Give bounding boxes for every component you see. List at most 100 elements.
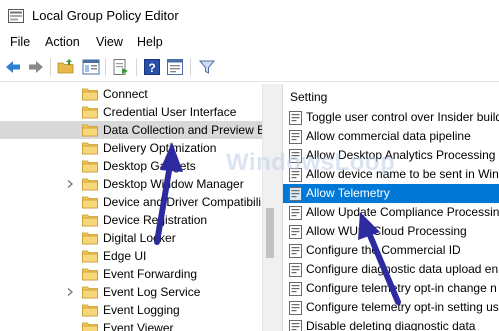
folder-icon (82, 250, 98, 263)
toolbar-separator (136, 58, 137, 76)
back-icon[interactable] (4, 58, 22, 76)
policy-setting-icon (289, 111, 302, 125)
setting-label: Allow Update Compliance Processing (306, 205, 499, 219)
chevron-right-icon[interactable] (65, 179, 75, 189)
title-bar: Local Group Policy Editor (0, 0, 499, 31)
tree-item-label: Device Registration (103, 213, 208, 227)
tree-item-label: Connect (103, 87, 148, 101)
policy-setting-icon (289, 263, 302, 277)
menu-file[interactable]: File (10, 35, 30, 49)
policy-setting-icon (289, 244, 302, 258)
policy-setting-icon (289, 187, 302, 201)
tree-item[interactable]: Credential User Interface (0, 103, 262, 121)
pane-splitter[interactable] (276, 84, 283, 331)
policy-setting-icon (289, 168, 302, 182)
tree-item-label: Event Log Service (103, 285, 201, 299)
menu-help[interactable]: Help (137, 35, 163, 49)
folder-icon (82, 124, 98, 137)
setting-label: Allow Desktop Analytics Processing (306, 148, 496, 162)
setting-row[interactable]: Configure diagnostic data upload en (283, 260, 499, 279)
setting-label: Configure telemetry opt-in change n (306, 281, 497, 295)
menu-action[interactable]: Action (45, 35, 80, 49)
tree-item[interactable]: Desktop Window Manager (0, 175, 262, 193)
tree-item[interactable]: Device and Driver Compatibili (0, 193, 262, 211)
tree-item-label: Delivery Optimization (103, 141, 217, 155)
folder-icon (82, 286, 98, 299)
policy-setting-icon (289, 130, 302, 144)
tree-item-label: Data Collection and Preview B (103, 123, 262, 137)
setting-row[interactable]: Allow Update Compliance Processing (283, 203, 499, 222)
setting-label: Allow WUfB Cloud Processing (306, 224, 467, 238)
setting-row[interactable]: Configure the Commercial ID (283, 241, 499, 260)
setting-row[interactable]: Allow commercial data pipeline (283, 127, 499, 146)
folder-icon (82, 214, 98, 227)
setting-label: Toggle user control over Insider build (306, 110, 499, 124)
setting-row[interactable]: Disable deleting diagnostic data (283, 317, 499, 331)
setting-label: Allow commercial data pipeline (306, 129, 471, 143)
folder-icon (82, 88, 98, 101)
setting-row[interactable]: Allow Telemetry (283, 184, 499, 203)
folder-icon (82, 196, 98, 209)
tree-item[interactable]: Device Registration (0, 211, 262, 229)
menu-bar: File Action View Help (0, 31, 499, 53)
setting-label: Configure the Commercial ID (306, 243, 461, 257)
properties-icon[interactable] (166, 58, 184, 76)
tree-pane: Connect Credential User Interface Data Col… (0, 84, 262, 331)
setting-label: Allow device name to be sent in Win (306, 167, 499, 181)
policy-setting-icon (289, 301, 302, 315)
tree-item-label: Desktop Gadgets (103, 159, 196, 173)
show-hide-tree-icon[interactable] (82, 58, 100, 76)
tree-item[interactable]: Data Collection and Preview B (0, 121, 262, 139)
tree-scrollbar-thumb[interactable] (266, 208, 274, 258)
chevron-right-icon[interactable] (65, 287, 75, 297)
window-title: Local Group Policy Editor (32, 8, 179, 23)
tree-item[interactable]: Edge UI (0, 247, 262, 265)
tree-item[interactable]: Connect (0, 85, 262, 103)
help-icon[interactable]: ? (143, 58, 161, 76)
settings-pane: Setting Toggle user control over Insider… (283, 84, 499, 331)
tree-item[interactable]: Event Logging (0, 301, 262, 319)
tree-item[interactable]: Event Viewer (0, 319, 262, 331)
toolbar-separator (105, 58, 106, 76)
setting-column-header[interactable]: Setting (290, 90, 327, 104)
policy-setting-icon (289, 320, 302, 331)
setting-label: Configure diagnostic data upload en (306, 262, 499, 276)
folder-icon (82, 304, 98, 317)
folder-icon (82, 160, 98, 173)
filter-icon[interactable] (198, 58, 216, 76)
tree-item-label: Credential User Interface (103, 105, 237, 119)
folder-icon (82, 322, 98, 331)
setting-label: Allow Telemetry (306, 186, 390, 200)
export-list-icon[interactable] (112, 58, 130, 76)
setting-row[interactable]: Configure telemetry opt-in setting us (283, 298, 499, 317)
folder-icon (82, 268, 98, 281)
folder-icon (82, 232, 98, 245)
toolbar: ? (0, 53, 499, 82)
setting-row[interactable]: Allow device name to be sent in Win (283, 165, 499, 184)
setting-row[interactable]: Allow WUfB Cloud Processing (283, 222, 499, 241)
tree-item[interactable]: Delivery Optimization (0, 139, 262, 157)
menu-view[interactable]: View (96, 35, 123, 49)
tree-item[interactable]: Event Log Service (0, 283, 262, 301)
folder-icon (82, 142, 98, 155)
up-folder-icon[interactable] (57, 58, 75, 76)
setting-row[interactable]: Toggle user control over Insider build (283, 108, 499, 127)
setting-row[interactable]: Allow Desktop Analytics Processing (283, 146, 499, 165)
svg-text:?: ? (148, 61, 155, 75)
tree-item[interactable]: Digital Locker (0, 229, 262, 247)
toolbar-separator (50, 58, 51, 76)
policy-setting-icon (289, 282, 302, 296)
setting-row[interactable]: Configure telemetry opt-in change n (283, 279, 499, 298)
group-policy-app-icon (8, 9, 24, 23)
policy-setting-icon (289, 206, 302, 220)
policy-setting-icon (289, 225, 302, 239)
tree-item[interactable]: Desktop Gadgets (0, 157, 262, 175)
tree-item-label: Edge UI (103, 249, 147, 263)
setting-label: Configure telemetry opt-in setting us (306, 300, 499, 314)
tree-scrollbar[interactable] (262, 84, 277, 331)
forward-icon[interactable] (27, 58, 45, 76)
policy-setting-icon (289, 149, 302, 163)
tree-item[interactable]: Event Forwarding (0, 265, 262, 283)
tree-item-label: Event Logging (103, 303, 180, 317)
tree-item-label: Desktop Window Manager (103, 177, 244, 191)
